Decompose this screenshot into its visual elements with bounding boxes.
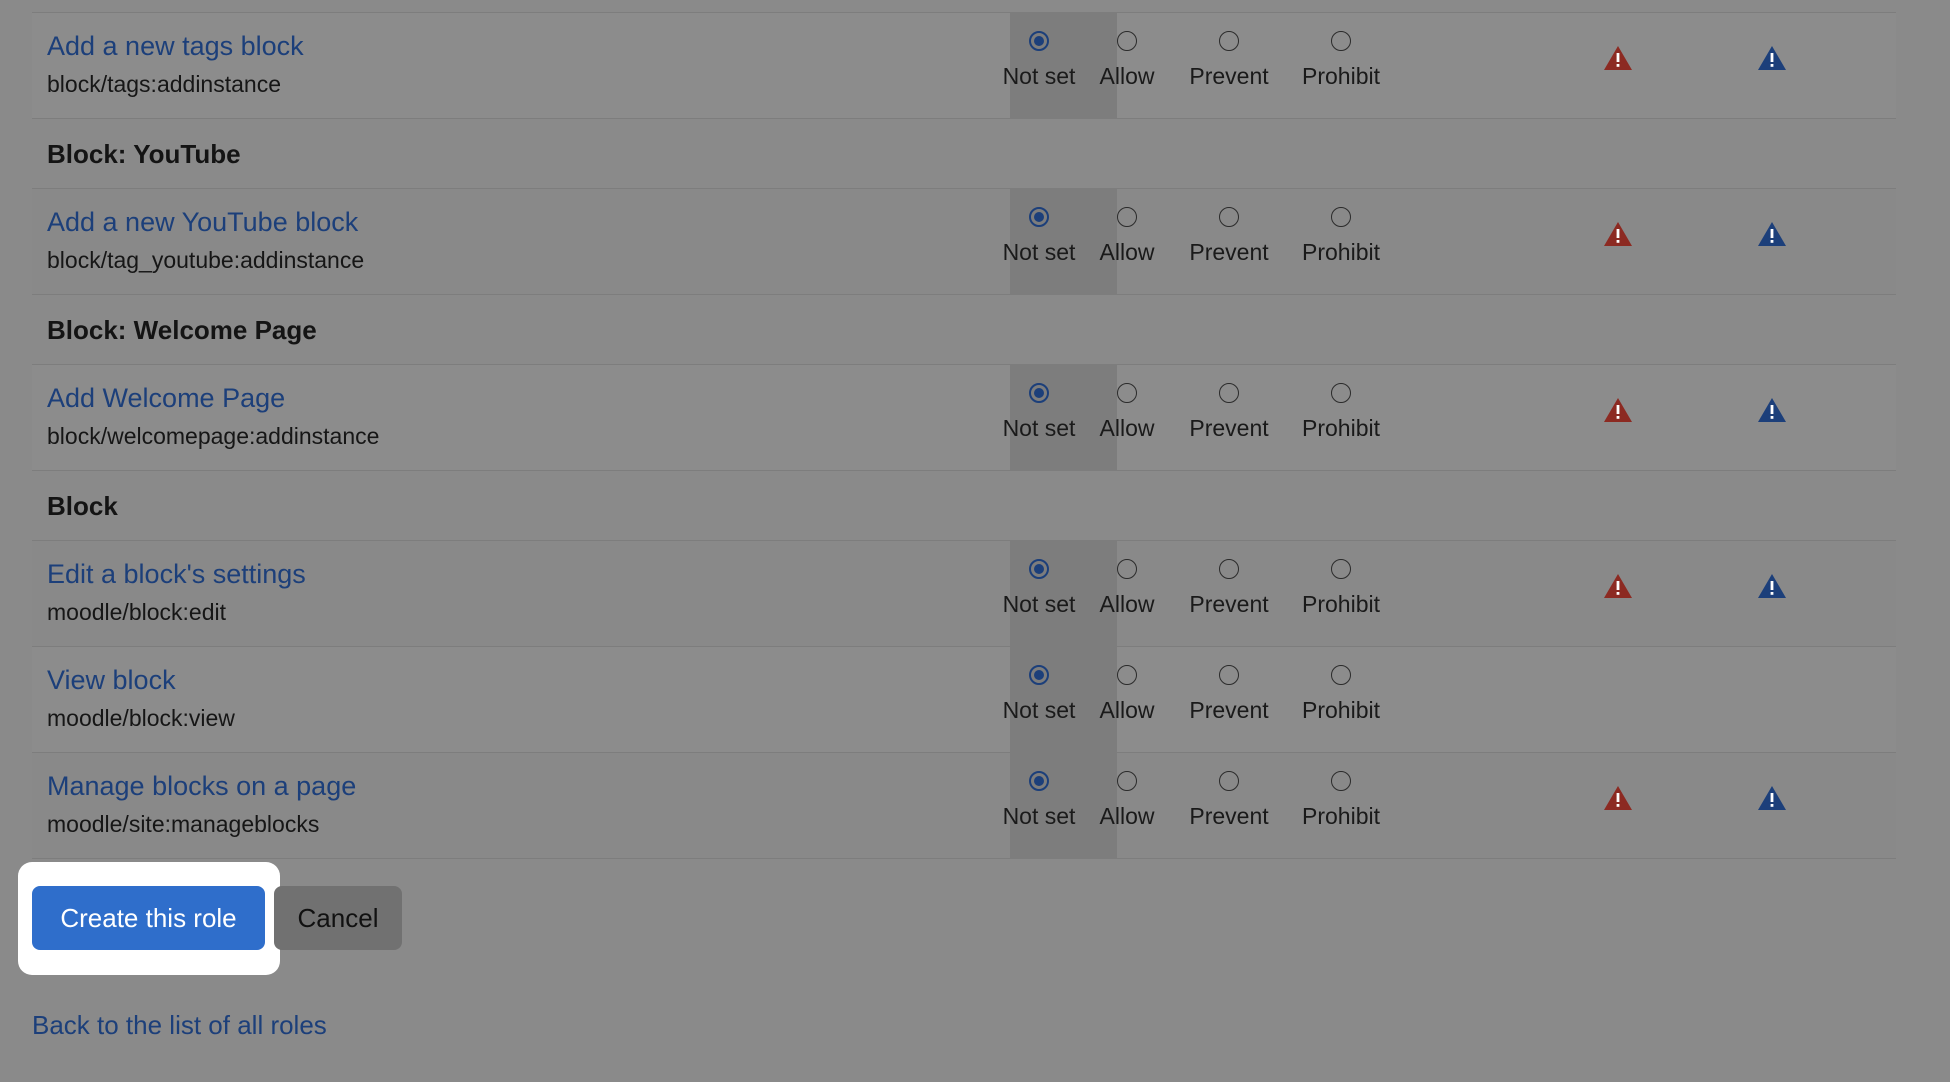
permission-option-prohibit[interactable]: Prohibit [1286, 771, 1396, 830]
capability-row: Edit a block's settings moodle/block:edit… [32, 541, 1896, 647]
radio-button[interactable] [1219, 771, 1239, 791]
permission-option-prohibit[interactable]: Prohibit [1286, 207, 1396, 266]
option-label: Prohibit [1302, 63, 1380, 89]
group-header: Block [32, 471, 1896, 541]
radio-button[interactable] [1117, 665, 1137, 685]
radio-button[interactable] [1331, 559, 1351, 579]
cancel-button[interactable]: Cancel [274, 886, 402, 950]
radio-button[interactable] [1331, 771, 1351, 791]
group-header: Block: YouTube [32, 119, 1896, 189]
permission-option-prevent[interactable]: Prevent [1174, 207, 1284, 266]
radio-button[interactable] [1029, 31, 1049, 51]
capability-id: moodle/block:edit [47, 599, 226, 625]
back-to-roles-link[interactable]: Back to the list of all roles [32, 1010, 327, 1041]
risk-red-icon[interactable] [1603, 221, 1633, 247]
permission-option-prevent[interactable]: Prevent [1174, 771, 1284, 830]
permissions-table: Add a new tags block block/tags:addinstan… [32, 0, 1896, 859]
permission-option-prevent[interactable]: Prevent [1174, 559, 1284, 618]
permission-option-allow[interactable]: Allow [1072, 665, 1182, 724]
radio-button[interactable] [1331, 383, 1351, 403]
radio-button[interactable] [1219, 383, 1239, 403]
radio-button[interactable] [1117, 559, 1137, 579]
permission-option-prevent[interactable]: Prevent [1174, 665, 1284, 724]
option-label: Prohibit [1302, 591, 1380, 617]
capability-row: View block moodle/block:view Not set Allow P… [32, 647, 1896, 753]
option-label: Prevent [1189, 415, 1269, 441]
risk-red-icon[interactable] [1603, 45, 1633, 71]
capability-name-link[interactable]: Add a new tags block [47, 31, 304, 62]
capability-id: block/tag_youtube:addinstance [47, 247, 365, 273]
group-title: Block: Welcome Page [47, 315, 317, 345]
risk-red-icon[interactable] [1603, 785, 1633, 811]
radio-button[interactable] [1029, 665, 1049, 685]
option-label: Prevent [1189, 239, 1269, 265]
radio-button[interactable] [1029, 207, 1049, 227]
capability-name-link[interactable]: Edit a block's settings [47, 559, 306, 590]
option-label: Allow [1099, 63, 1155, 89]
group-title: Block: YouTube [47, 139, 241, 169]
permission-option-allow[interactable]: Allow [1072, 207, 1182, 266]
option-label: Prevent [1189, 697, 1269, 723]
radio-button[interactable] [1219, 31, 1239, 51]
option-label: Prevent [1189, 63, 1269, 89]
permission-option-prevent[interactable]: Prevent [1174, 31, 1284, 90]
table-top-border [32, 0, 1896, 13]
permission-option-prohibit[interactable]: Prohibit [1286, 31, 1396, 90]
capability-row: Add a new tags block block/tags:addinstan… [32, 13, 1896, 119]
group-header: Block: Welcome Page [32, 295, 1896, 365]
option-label: Allow [1099, 697, 1155, 723]
permission-option-prohibit[interactable]: Prohibit [1286, 383, 1396, 442]
option-label: Allow [1099, 591, 1155, 617]
radio-button[interactable] [1117, 383, 1137, 403]
option-label: Prohibit [1302, 803, 1380, 829]
capability-name-link[interactable]: Add Welcome Page [47, 383, 285, 414]
permission-option-prevent[interactable]: Prevent [1174, 383, 1284, 442]
create-role-button[interactable]: Create this role [32, 886, 265, 950]
capability-id: block/tags:addinstance [47, 71, 281, 97]
option-label: Prohibit [1302, 415, 1380, 441]
radio-button[interactable] [1331, 665, 1351, 685]
radio-button[interactable] [1117, 771, 1137, 791]
permission-option-allow[interactable]: Allow [1072, 383, 1182, 442]
risk-blue-icon[interactable] [1757, 573, 1787, 599]
radio-button[interactable] [1029, 771, 1049, 791]
capability-name-link[interactable]: View block [47, 665, 176, 696]
radio-button[interactable] [1029, 559, 1049, 579]
capability-row: Manage blocks on a page moodle/site:manag… [32, 753, 1896, 859]
option-label: Prevent [1189, 591, 1269, 617]
risk-red-icon[interactable] [1603, 573, 1633, 599]
radio-button[interactable] [1331, 31, 1351, 51]
radio-button[interactable] [1219, 559, 1239, 579]
capability-name-link[interactable]: Manage blocks on a page [47, 771, 356, 802]
option-label: Prevent [1189, 803, 1269, 829]
option-label: Prohibit [1302, 239, 1380, 265]
permission-option-prohibit[interactable]: Prohibit [1286, 559, 1396, 618]
radio-button[interactable] [1219, 207, 1239, 227]
capability-name-link[interactable]: Add a new YouTube block [47, 207, 358, 238]
radio-button[interactable] [1117, 31, 1137, 51]
capability-id: block/welcomepage:addinstance [47, 423, 380, 449]
risk-blue-icon[interactable] [1757, 45, 1787, 71]
option-label: Allow [1099, 239, 1155, 265]
permission-option-allow[interactable]: Allow [1072, 771, 1182, 830]
capability-row: Add a new YouTube block block/tag_youtube… [32, 189, 1896, 295]
risk-blue-icon[interactable] [1757, 785, 1787, 811]
radio-button[interactable] [1117, 207, 1137, 227]
risk-red-icon[interactable] [1603, 397, 1633, 423]
permission-option-allow[interactable]: Allow [1072, 31, 1182, 90]
option-label: Allow [1099, 415, 1155, 441]
radio-button[interactable] [1219, 665, 1239, 685]
radio-button[interactable] [1331, 207, 1351, 227]
option-label: Prohibit [1302, 697, 1380, 723]
capability-id: moodle/site:manageblocks [47, 811, 320, 837]
option-label: Allow [1099, 803, 1155, 829]
radio-button[interactable] [1029, 383, 1049, 403]
capability-row: Add Welcome Page block/welcomepage:addins… [32, 365, 1896, 471]
capability-id: moodle/block:view [47, 705, 235, 731]
permission-option-allow[interactable]: Allow [1072, 559, 1182, 618]
permission-option-prohibit[interactable]: Prohibit [1286, 665, 1396, 724]
risk-blue-icon[interactable] [1757, 221, 1787, 247]
risk-blue-icon[interactable] [1757, 397, 1787, 423]
group-title: Block [47, 491, 118, 521]
